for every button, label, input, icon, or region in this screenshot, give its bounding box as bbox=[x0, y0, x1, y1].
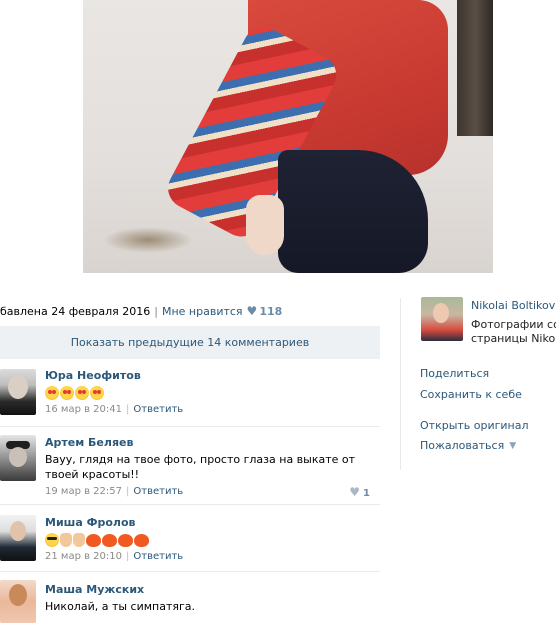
reply-link[interactable]: Ответить bbox=[133, 551, 183, 562]
comment-like-count: 1 bbox=[363, 488, 370, 499]
comment-like[interactable]: ♥ 1 bbox=[349, 485, 370, 499]
red-heart-emoji-icon bbox=[86, 533, 101, 547]
comment-item: Артем Беляев Вауу, глядя на твое фото, п… bbox=[0, 427, 380, 505]
comment-item: Маша Мужских Николай, а ты симпатяга. bbox=[0, 572, 380, 623]
heart-eyes-emoji-icon bbox=[75, 386, 89, 400]
main-photo[interactable] bbox=[83, 0, 493, 273]
photo-tree bbox=[457, 0, 493, 136]
comment-footer: 19 мар в 22:57 | Ответить bbox=[45, 486, 184, 497]
photo-grass bbox=[103, 227, 193, 253]
comment-item: Миша Фролов 21 мар в 20:10 | Ответить bbox=[0, 505, 380, 572]
red-heart-emoji-icon bbox=[118, 533, 133, 547]
comment-date[interactable]: 21 мар в 20:10 bbox=[45, 551, 122, 562]
show-previous-comments-button[interactable]: Показать предыдущие 14 комментариев bbox=[0, 326, 380, 359]
chevron-down-icon: ▼ bbox=[509, 441, 517, 451]
photo-meta: бавлена 24 февраля 2016 | Мне нравится ♥ 118 bbox=[0, 304, 282, 318]
avatar[interactable] bbox=[0, 435, 36, 481]
comment-date[interactable]: 16 мар в 20:41 bbox=[45, 404, 122, 415]
comment-text bbox=[45, 532, 375, 547]
photo-date: бавлена 24 февраля 2016 bbox=[0, 305, 151, 318]
sidebar-divider bbox=[400, 298, 401, 470]
comment-author[interactable]: Артем Беляев bbox=[45, 436, 375, 449]
author-name-link[interactable]: Nikolai Boltikov bbox=[471, 299, 555, 312]
comment-text bbox=[45, 385, 375, 400]
separator: | bbox=[154, 305, 158, 318]
thumbs-up-emoji-icon bbox=[73, 533, 85, 547]
report-dropdown[interactable]: Пожаловаться ▼ bbox=[420, 439, 516, 452]
heart-eyes-emoji-icon bbox=[45, 386, 59, 400]
reply-link[interactable]: Ответить bbox=[133, 404, 183, 415]
photo-shorts bbox=[278, 150, 428, 273]
open-original-link[interactable]: Открыть оригинал bbox=[420, 419, 529, 432]
like-count[interactable]: 118 bbox=[259, 305, 282, 318]
album-source-link[interactable]: Фотографии со страницы Nikolai bbox=[471, 318, 556, 346]
heart-icon[interactable]: ♥ bbox=[349, 485, 360, 499]
avatar[interactable] bbox=[0, 369, 36, 415]
pointing-hand-emoji-icon bbox=[60, 533, 72, 547]
comment-author[interactable]: Маша Мужских bbox=[45, 583, 375, 596]
avatar[interactable] bbox=[0, 580, 36, 623]
comment-item: Юра Неофитов 16 мар в 20:41 | Ответить bbox=[0, 366, 380, 427]
reply-link[interactable]: Ответить bbox=[133, 486, 183, 497]
heart-icon[interactable]: ♥ bbox=[247, 304, 258, 318]
red-heart-emoji-icon bbox=[134, 533, 149, 547]
red-heart-emoji-icon bbox=[102, 533, 117, 547]
heart-eyes-emoji-icon bbox=[90, 386, 104, 400]
like-link[interactable]: Мне нравится bbox=[162, 305, 243, 318]
save-to-self-link[interactable]: Сохранить к себе bbox=[420, 388, 522, 401]
heart-eyes-emoji-icon bbox=[60, 386, 74, 400]
report-label: Пожаловаться bbox=[420, 439, 505, 452]
comment-footer: 21 мар в 20:10 | Ответить bbox=[45, 551, 184, 562]
comment-text: Николай, а ты симпатяга. bbox=[45, 600, 196, 613]
photo-hand bbox=[246, 195, 284, 255]
sunglasses-emoji-icon bbox=[45, 533, 59, 547]
comment-date[interactable]: 19 мар в 22:57 bbox=[45, 486, 122, 497]
comment-author[interactable]: Юра Неофитов bbox=[45, 369, 375, 382]
avatar[interactable] bbox=[0, 515, 36, 561]
author-avatar[interactable] bbox=[421, 297, 463, 341]
comment-author[interactable]: Миша Фролов bbox=[45, 516, 375, 529]
comment-text: Вауу, глядя на твое фото, просто глаза н… bbox=[45, 453, 356, 481]
share-link[interactable]: Поделиться bbox=[420, 367, 489, 380]
comment-footer: 16 мар в 20:41 | Ответить bbox=[45, 404, 184, 415]
